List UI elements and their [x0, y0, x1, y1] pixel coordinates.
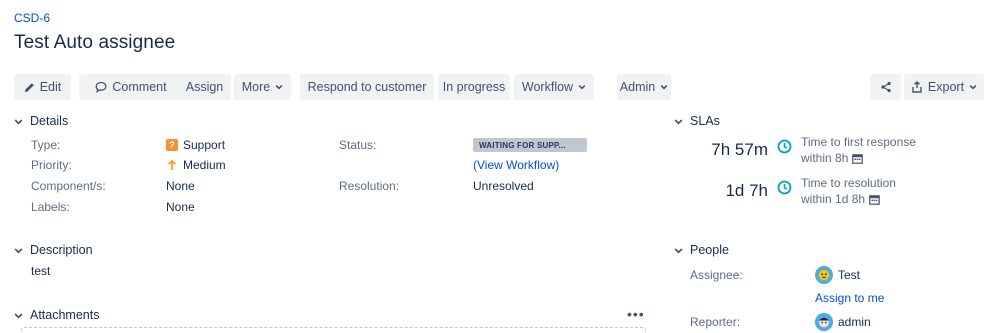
- admin-label: Admin: [619, 80, 656, 94]
- attachments-dropzone[interactable]: [21, 327, 646, 333]
- assign-to-me-link[interactable]: Assign to me: [815, 291, 884, 305]
- user-avatar-icon: [815, 266, 833, 284]
- chevron-down-icon: [14, 247, 23, 254]
- share-button[interactable]: [870, 74, 901, 100]
- chevron-down-icon: [275, 85, 283, 90]
- sla-resolution-name: Time to resolution: [801, 176, 896, 190]
- attachments-more-menu[interactable]: •••: [627, 306, 645, 322]
- question-icon: ?: [166, 139, 178, 151]
- comment-button[interactable]: Comment: [79, 74, 183, 100]
- people-heading: People: [690, 243, 729, 257]
- components-label: Component/s:: [31, 179, 106, 193]
- chevron-down-icon: [969, 85, 977, 90]
- clock-icon: [777, 180, 792, 195]
- avatar: [815, 266, 833, 284]
- admin-dropdown[interactable]: Admin: [617, 74, 671, 100]
- sla-time-remaining: 7h 57m: [711, 140, 768, 159]
- issue-toolbar: Edit Comment Assign More Respond to cust…: [14, 74, 984, 100]
- sla-time-remaining: 1d 7h: [725, 181, 768, 200]
- chevron-down-icon: [674, 118, 683, 125]
- pencil-icon: [24, 82, 34, 92]
- sla-first-response-goal: within 8h: [801, 151, 849, 165]
- description-heading: Description: [30, 243, 93, 257]
- type-value: ? Support: [166, 138, 225, 152]
- clock-icon: [777, 139, 792, 154]
- sla-first-response-name: Time to first response: [801, 135, 916, 149]
- chevron-down-icon: [14, 312, 23, 319]
- view-workflow-link[interactable]: (View Workflow): [473, 158, 559, 172]
- arrow-up-icon: [167, 159, 177, 170]
- description-text[interactable]: test: [31, 264, 50, 278]
- components-value: None: [166, 179, 195, 193]
- reporter-name: admin: [838, 315, 871, 329]
- sla-resolution-goal: within 1d 8h: [801, 192, 866, 206]
- priority-value: Medium: [166, 158, 226, 172]
- share-icon: [880, 81, 891, 93]
- attachments-heading: Attachments: [30, 308, 100, 322]
- respond-to-customer-button[interactable]: Respond to customer: [300, 74, 434, 100]
- reporter-label: Reporter:: [690, 315, 741, 329]
- resolution-label: Resolution:: [339, 179, 400, 193]
- chevron-down-icon: [660, 85, 668, 90]
- calendar-icon: [869, 195, 880, 205]
- chevron-down-icon: [674, 247, 683, 254]
- in-progress-button[interactable]: In progress: [438, 74, 510, 100]
- assignee-value[interactable]: Test: [815, 266, 860, 284]
- type-label: Type:: [31, 138, 61, 152]
- chevron-down-icon: [578, 85, 586, 90]
- labels-label: Labels:: [31, 200, 70, 214]
- people-section-toggle[interactable]: People: [674, 243, 729, 257]
- assignee-name: Test: [838, 268, 861, 282]
- workflow-label: Workflow: [521, 80, 574, 94]
- status-label: Status:: [339, 138, 377, 152]
- details-section-toggle[interactable]: Details: [14, 114, 68, 128]
- page-title: Test Auto assignee: [14, 32, 176, 53]
- attachments-section-toggle[interactable]: Attachments: [14, 308, 99, 322]
- comment-label: Comment: [112, 80, 167, 94]
- breadcrumb-issue-key[interactable]: CSD-6: [14, 11, 50, 25]
- labels-value: None: [166, 200, 195, 214]
- description-section-toggle[interactable]: Description: [14, 243, 93, 257]
- workflow-dropdown[interactable]: Workflow: [514, 74, 594, 100]
- more-label: More: [241, 80, 271, 94]
- comment-icon: [95, 81, 107, 93]
- edit-label: Edit: [39, 80, 62, 94]
- export-icon: [912, 81, 922, 93]
- sla-first-response-goal-row: within 8h: [801, 151, 864, 166]
- avatar: [815, 313, 833, 331]
- priority-text: Medium: [183, 158, 226, 172]
- export-dropdown[interactable]: Export: [904, 74, 984, 100]
- slas-heading: SLAs: [690, 114, 720, 128]
- slas-section-toggle[interactable]: SLAs: [674, 114, 720, 128]
- edit-button[interactable]: Edit: [14, 74, 71, 100]
- status-badge: WAITING FOR SUPP...: [473, 138, 587, 152]
- user-avatar-icon: [815, 313, 833, 331]
- priority-label: Priority:: [31, 158, 72, 172]
- chevron-down-icon: [14, 118, 23, 125]
- export-label: Export: [927, 80, 965, 94]
- resolution-value: Unresolved: [473, 179, 534, 193]
- type-text: Support: [183, 138, 226, 152]
- assign-button[interactable]: Assign: [178, 74, 231, 100]
- reporter-value[interactable]: admin: [815, 313, 871, 331]
- details-heading: Details: [30, 114, 69, 128]
- sla-resolution-goal-row: within 1d 8h: [801, 192, 880, 207]
- more-dropdown[interactable]: More: [234, 74, 291, 100]
- assignee-label: Assignee:: [690, 268, 743, 282]
- calendar-icon: [852, 154, 864, 164]
